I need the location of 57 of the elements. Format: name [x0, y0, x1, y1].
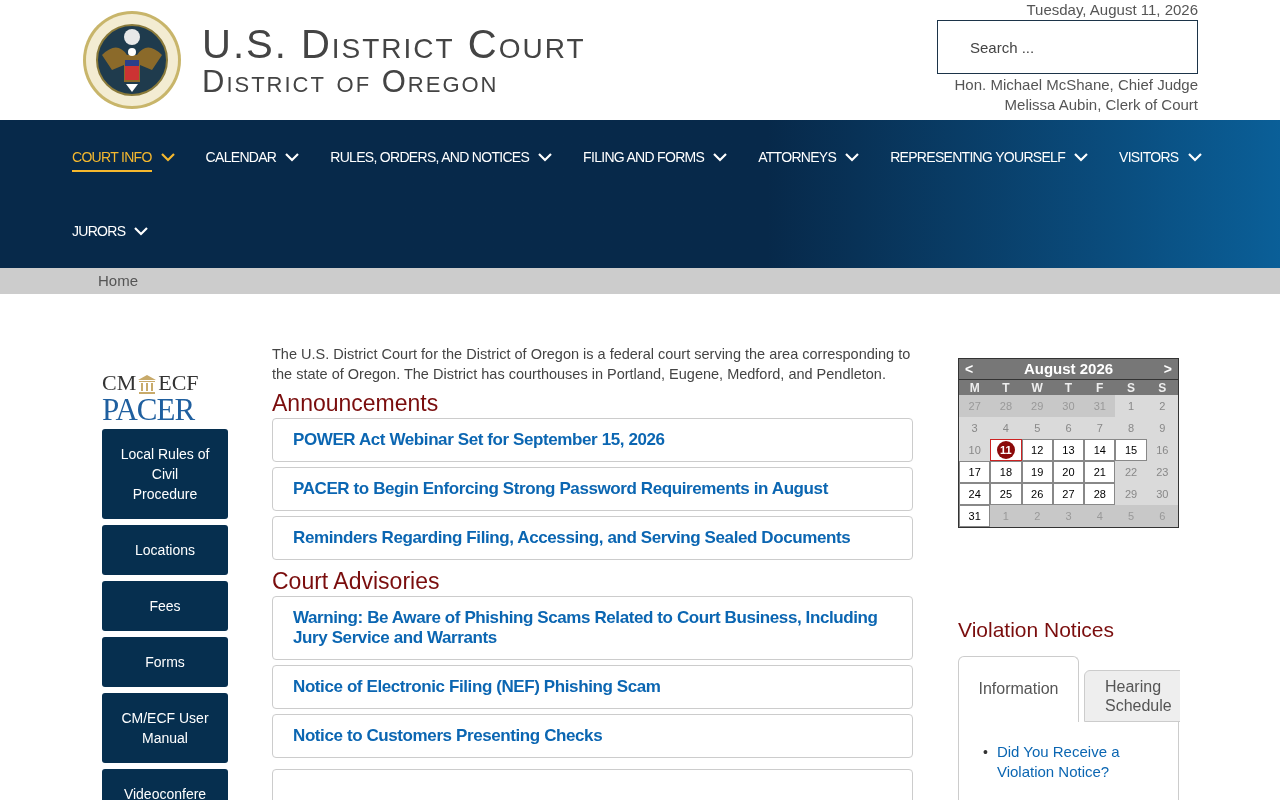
search-field[interactable]: Search ...	[937, 20, 1198, 74]
section-heading: Announcements	[272, 389, 440, 418]
sidebar-button[interactable]: Fees	[102, 581, 228, 631]
site-title: U.S. District Court	[202, 23, 586, 64]
bullet: •	[983, 742, 988, 762]
section-heading: Violation Notices	[958, 617, 1116, 643]
nav-menu-item[interactable]: JURORS	[72, 194, 150, 268]
chevron-down-icon	[133, 226, 150, 236]
violation-link[interactable]: Did You Receive a Violation Notice?	[996, 741, 1138, 782]
previous-month-button[interactable]: <	[965, 358, 974, 380]
nav-menu-item[interactable]: REPRESENTING YOURSELF	[890, 120, 1089, 194]
weekday-label: T	[1063, 380, 1074, 396]
breadcrumb-link[interactable]: Home	[98, 269, 138, 293]
today-marker[interactable]: 11	[997, 441, 1015, 459]
chevron-down-icon	[1186, 152, 1203, 162]
section-heading: Court Advisories	[272, 567, 441, 596]
weekday-label: W	[1030, 380, 1044, 396]
weekday-label: T	[1001, 380, 1011, 396]
article-link[interactable]: POWER Act Webinar Set for September 15, 2026	[272, 418, 913, 462]
nav-menu-item[interactable]: VISITORS	[1119, 120, 1203, 194]
article-link[interactable]: Notice to Customers Presenting Checks	[272, 714, 913, 758]
official-name: Melissa Aubin, Clerk of Court	[1004, 95, 1198, 115]
weekday-label: S	[1126, 380, 1137, 396]
weekday-label: M	[968, 380, 981, 396]
nav-menu-item[interactable]: RULES, ORDERS, AND NOTICES	[330, 120, 554, 194]
month-title: August 2026	[1023, 358, 1114, 379]
court-seal-icon	[82, 10, 182, 110]
article-link[interactable]: PACER to Begin Enforcing Strong Password Requirements in August	[272, 467, 913, 511]
article-link[interactable]: Warning: Be Aware of Phishing Scams Related to Court Business, Including Jury Service and Warrants	[272, 596, 913, 660]
intro-paragraph: The U.S. District Court for the District of Oregon is a federal court serving the area corresponding to the state of Oregon. The District has courthouses in Portland, Eugene, Medford, and Pendleton.	[272, 345, 912, 384]
chevron-down-icon	[159, 152, 176, 162]
sidebar-button[interactable]: Local Rules of Civil Procedure	[102, 429, 228, 519]
article-link[interactable]: Reminders Regarding Filing, Accessing, and Serving Sealed Documents	[272, 516, 913, 560]
pacer-logo[interactable]: CM ECF PACER	[102, 372, 228, 425]
current-date: Tuesday, August 11, 2026	[1026, 0, 1198, 20]
tab[interactable]: Hearing Schedule	[1084, 669, 1180, 722]
site-subtitle: District of Oregon	[202, 65, 500, 97]
chevron-down-icon	[537, 152, 554, 162]
sidebar-button[interactable]: Forms	[102, 637, 228, 687]
chevron-down-icon	[284, 152, 301, 162]
sidebar-button[interactable]: CM/ECF User Manual	[102, 693, 228, 763]
sidebar-button[interactable]: Videoconfere	[102, 769, 228, 800]
column-icon	[137, 374, 158, 394]
weekday-label: F	[1095, 380, 1105, 396]
weekday-label: S	[1157, 380, 1168, 396]
nav-menu-item[interactable]: CALENDAR	[205, 120, 301, 194]
chevron-down-icon	[844, 152, 861, 162]
next-month-button[interactable]: >	[1163, 358, 1172, 380]
nav-menu-item[interactable]: FILING AND FORMS	[583, 120, 729, 194]
chevron-down-icon	[712, 152, 729, 162]
chevron-down-icon	[1073, 152, 1089, 162]
nav-menu-item[interactable]: COURT INFO	[72, 120, 176, 194]
nav-menu-item[interactable]: ATTORNEYS	[758, 120, 861, 194]
tab[interactable]: Information	[958, 655, 1079, 722]
official-name: Hon. Michael McShane, Chief Judge	[954, 75, 1198, 95]
article-link[interactable]: Notice of Electronic Filing (NEF) Phishing Scam	[272, 665, 913, 709]
sidebar-button[interactable]: Locations	[102, 525, 228, 575]
